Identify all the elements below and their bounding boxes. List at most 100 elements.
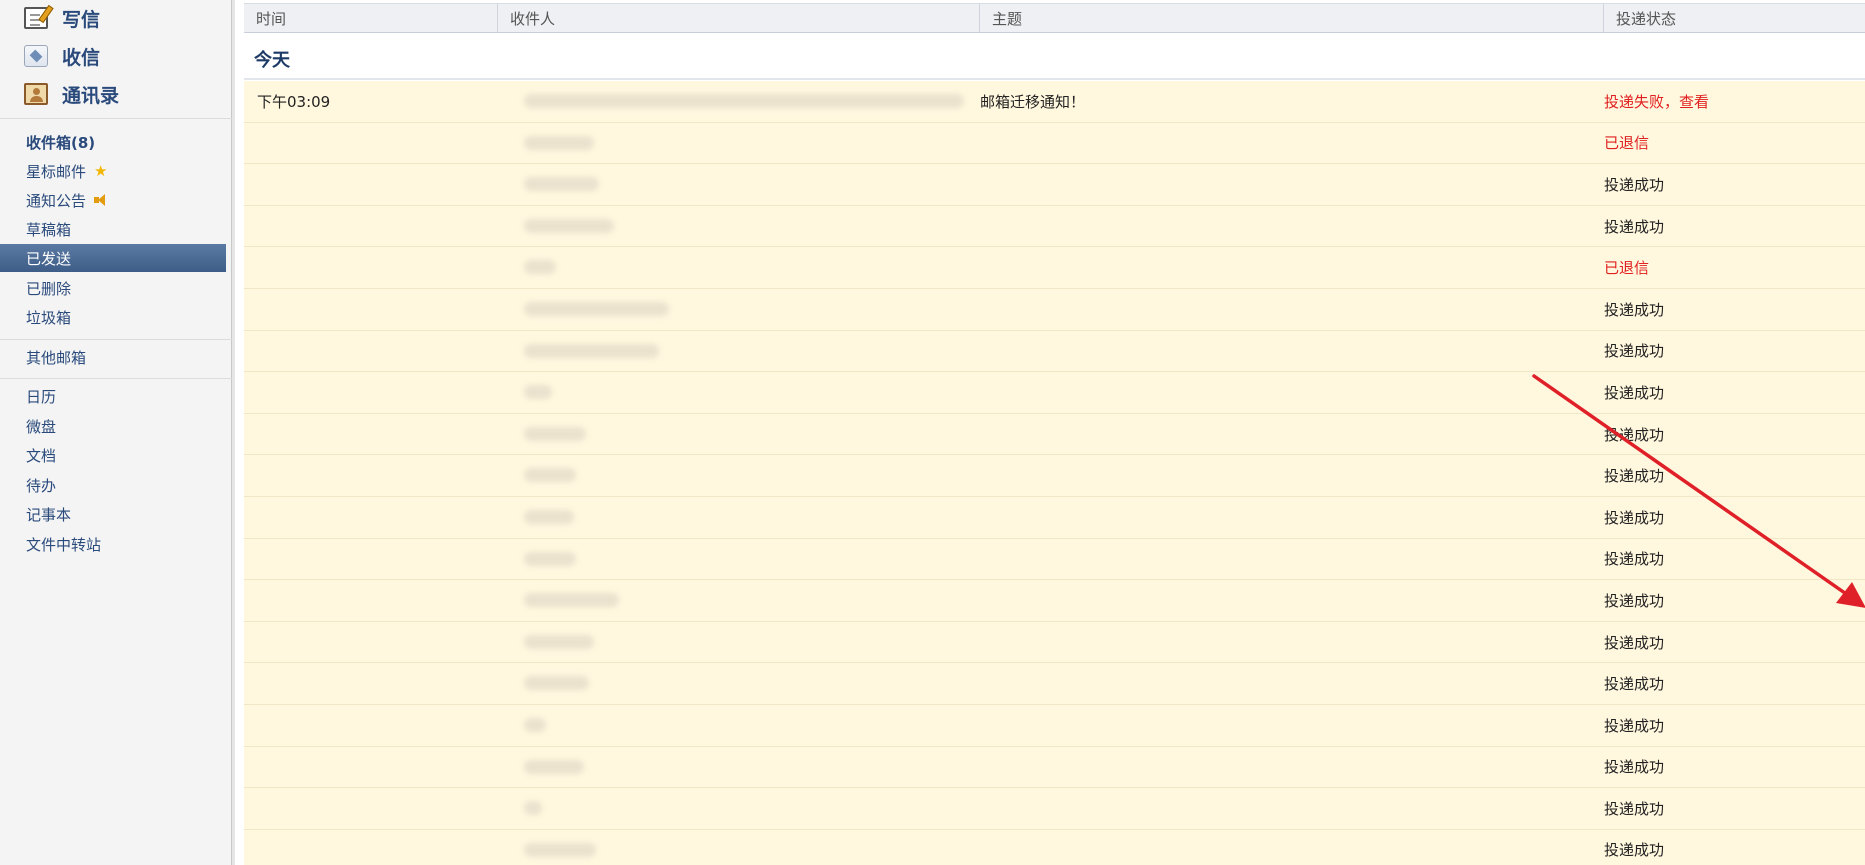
- cell-recipient-redacted: [498, 331, 980, 372]
- sidebar-item-docs[interactable]: 文档: [0, 441, 226, 469]
- sidebar-item-other-mailboxes[interactable]: 其他邮箱: [0, 343, 226, 371]
- delivery-status-success: 投递成功: [1604, 217, 1665, 236]
- sidebar-item-label: 待办: [26, 476, 57, 495]
- divider: [244, 78, 1865, 80]
- sidebar-item-spam[interactable]: 垃圾箱: [0, 303, 226, 331]
- delivery-status-success: 投递成功: [1604, 758, 1665, 777]
- redacted-recipient: [524, 426, 586, 441]
- inbox-check-button[interactable]: 收信: [24, 41, 100, 71]
- delivery-status-failed[interactable]: 投递失败，查看: [1604, 91, 1865, 112]
- divider: [0, 339, 232, 340]
- sidebar-item-label: 已删除: [26, 279, 72, 298]
- sidebar-item-deleted[interactable]: 已删除: [0, 274, 226, 302]
- divider: [0, 118, 232, 119]
- cell-recipient-redacted: [498, 289, 980, 330]
- redacted-recipient: [524, 385, 552, 400]
- sidebar-item-label: 微盘: [26, 417, 57, 436]
- redacted-recipient: [524, 301, 669, 316]
- contacts-button[interactable]: 通讯录: [24, 79, 119, 109]
- table-row[interactable]: 已退信: [244, 247, 1865, 289]
- cell-recipient-redacted: [498, 123, 980, 164]
- delivery-status-success: 投递成功: [1604, 716, 1665, 735]
- table-row[interactable]: 投递成功: [244, 704, 1865, 747]
- column-header-subject[interactable]: 主题: [980, 4, 1604, 32]
- redacted-recipient: [524, 717, 546, 732]
- sidebar-item-notes[interactable]: 记事本: [0, 500, 226, 528]
- redacted-recipient: [524, 759, 584, 774]
- table-row[interactable]: 下午03:09 邮箱迁移通知！ 投递失败，查看: [244, 81, 1865, 123]
- table-row[interactable]: 投递成功: [244, 746, 1865, 789]
- sidebar-item-sent[interactable]: 已发送: [0, 244, 226, 272]
- table-row[interactable]: 已退信: [244, 122, 1865, 165]
- sidebar-item-label: 日历: [26, 387, 57, 406]
- table-row[interactable]: 投递成功: [244, 205, 1865, 248]
- cell-recipient-redacted: [498, 747, 980, 788]
- sidebar-item-inbox[interactable]: 收件箱(8): [0, 128, 226, 156]
- redacted-recipient: [524, 260, 556, 275]
- sidebar-item-file-transfer[interactable]: 文件中转站: [0, 530, 226, 558]
- sidebar-item-label: 星标邮件: [26, 162, 87, 181]
- delivery-status-failed[interactable]: 已退信: [1604, 257, 1865, 278]
- cell-recipient-redacted: [498, 788, 980, 829]
- redacted-recipient: [524, 801, 542, 816]
- delivery-status-success: 投递成功: [1604, 633, 1665, 652]
- delivery-status-success: 投递成功: [1604, 342, 1665, 361]
- redacted-recipient: [524, 676, 589, 691]
- column-header-delivery-status[interactable]: 投递状态: [1604, 4, 1865, 32]
- sidebar-item-drafts[interactable]: 草稿箱: [0, 215, 226, 243]
- redacted-recipient: [524, 842, 596, 857]
- sent-mail-list: 时间 收件人 主题 投递状态 今天 下午03:09 邮箱迁移通知！ 投递失败，查看已…: [244, 0, 1865, 865]
- annotation-arrow-line: [1532, 374, 1854, 600]
- cell-recipient-redacted: [498, 497, 980, 538]
- redacted-recipient: [524, 94, 964, 108]
- sidebar-item-starred[interactable]: 星标邮件 ★: [0, 157, 226, 185]
- cell-recipient-redacted: [498, 622, 980, 663]
- delivery-status-success: 投递成功: [1604, 799, 1665, 818]
- table-row[interactable]: 投递成功: [244, 330, 1865, 373]
- sidebar-item-label: 文档: [26, 446, 57, 465]
- divider: [0, 378, 232, 379]
- column-header-recipient[interactable]: 收件人: [498, 4, 980, 32]
- delivery-status-success: 投递成功: [1604, 175, 1665, 194]
- redacted-recipient: [524, 468, 576, 483]
- redacted-recipient: [524, 135, 594, 150]
- redacted-recipient: [524, 177, 599, 192]
- cell-recipient-redacted: [498, 206, 980, 247]
- annotation-arrow-head: [1836, 582, 1865, 608]
- cell-recipient-redacted: [498, 455, 980, 496]
- sidebar-item-calendar[interactable]: 日历: [0, 382, 226, 410]
- compose-button[interactable]: 写信: [24, 3, 100, 33]
- cell-recipient-redacted: [498, 414, 980, 455]
- sidebar-item-notices[interactable]: 通知公告: [0, 186, 226, 214]
- table-row[interactable]: 投递成功: [244, 164, 1865, 206]
- table-row[interactable]: 投递成功: [244, 288, 1865, 331]
- delivery-status-success: 投递成功: [1604, 675, 1665, 694]
- contacts-label: 通讯录: [62, 84, 120, 107]
- sidebar-item-label: 其他邮箱: [26, 348, 87, 367]
- cell-time: 下午03:09: [257, 92, 331, 111]
- speaker-icon: [94, 194, 108, 206]
- sidebar-item-label: 通知公告: [26, 191, 87, 210]
- table-row[interactable]: 投递成功: [244, 829, 1865, 865]
- annotation-arrow: [1532, 374, 1865, 608]
- sidebar-item-label: 文件中转站: [26, 535, 102, 554]
- sidebar-item-drive[interactable]: 微盘: [0, 412, 226, 440]
- delivery-status-failed[interactable]: 已退信: [1604, 132, 1865, 153]
- cell-recipient-redacted: [498, 164, 980, 205]
- sidebar-item-label: 垃圾箱: [26, 308, 72, 327]
- redacted-recipient: [524, 634, 594, 649]
- table-row[interactable]: 投递成功: [244, 663, 1865, 705]
- table-row[interactable]: 投递成功: [244, 788, 1865, 830]
- sidebar-item-label: 收件箱(8): [26, 133, 96, 152]
- compose-icon: [24, 7, 48, 29]
- cell-recipient-redacted: [498, 705, 980, 746]
- column-header-time[interactable]: 时间: [244, 4, 498, 32]
- redacted-recipient: [524, 551, 576, 566]
- group-title: 今天: [254, 50, 290, 71]
- redacted-recipient: [524, 218, 614, 233]
- sidebar: 写信 收信 通讯录 收件箱(8) 星标邮件 ★ 通知公告 草稿箱 已发送 已删除…: [0, 0, 235, 865]
- contacts-icon: [24, 83, 48, 105]
- sidebar-item-label: 记事本: [26, 505, 72, 524]
- sidebar-item-todo[interactable]: 待办: [0, 471, 226, 499]
- cell-recipient-redacted: [498, 663, 980, 704]
